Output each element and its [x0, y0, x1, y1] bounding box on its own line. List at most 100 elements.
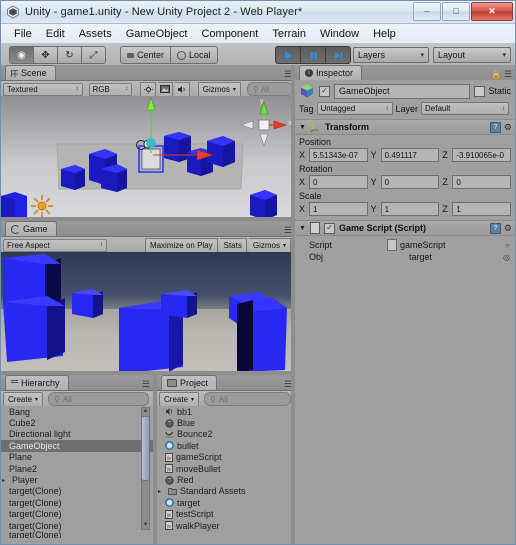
tab-scene[interactable]: Scene	[5, 65, 56, 80]
hand-tool-button[interactable]: ◉	[9, 46, 33, 64]
hierarchy-panel-menu-icon[interactable]: ☰	[142, 380, 150, 389]
list-item[interactable]: Plane	[1, 452, 153, 463]
object-name-input[interactable]: GameObject	[334, 84, 470, 99]
tag-dropdown[interactable]: Untagged ↕	[317, 102, 393, 115]
list-item[interactable]: js moveBullet	[157, 463, 295, 474]
gizmos-dropdown-scene[interactable]: Gizmos ▾	[198, 82, 241, 97]
hierarchy-create-button[interactable]: Create ▾	[3, 392, 43, 407]
transform-component-header[interactable]: ▼ Transform ? ⚙	[295, 119, 515, 135]
game-view[interactable]	[1, 252, 295, 371]
fx-toggle[interactable]	[158, 82, 173, 97]
menu-icon[interactable]: ☰	[504, 70, 512, 79]
rotation-y-input[interactable]: 0	[381, 175, 440, 189]
help-icon[interactable]: ?	[490, 223, 501, 234]
hierarchy-search-input[interactable]: ⚲ All	[48, 392, 149, 406]
list-item[interactable]: Bounce2	[157, 429, 295, 440]
menu-component[interactable]: Component	[194, 26, 265, 42]
scrollbar-thumb[interactable]	[141, 416, 150, 481]
render-mode-dropdown[interactable]: RGB ↕	[89, 83, 133, 96]
rotation-z-input[interactable]: 0	[452, 175, 511, 189]
static-checkbox[interactable]	[474, 86, 485, 97]
game-script-component-header[interactable]: ▼ ✓ Game Script (Script) ? ⚙	[295, 220, 515, 236]
hierarchy-list[interactable]: Bang Cube2 Directional light GameObject …	[1, 406, 153, 544]
position-x-input[interactable]: 5.51343e-07	[309, 148, 368, 162]
scene-view[interactable]: y x	[1, 96, 295, 217]
space-mode-button[interactable]: Local	[170, 46, 218, 64]
menu-edit[interactable]: Edit	[39, 26, 72, 42]
tab-inspector[interactable]: i Inspector	[299, 65, 362, 80]
foldout-icon[interactable]: ▸	[158, 488, 165, 495]
menu-file[interactable]: File	[7, 26, 39, 42]
move-tool-button[interactable]: ✥	[33, 46, 57, 64]
scale-z-input[interactable]: 1	[452, 202, 511, 216]
list-item[interactable]: bb1	[157, 406, 295, 417]
list-item[interactable]: target(Clone)	[1, 520, 153, 531]
list-item[interactable]: js gameScript	[157, 452, 295, 463]
maximize-button[interactable]: □	[442, 2, 470, 21]
audio-toggle[interactable]	[175, 82, 190, 97]
menu-gameobject[interactable]: GameObject	[119, 26, 195, 42]
object-picker-icon[interactable]: ○	[505, 241, 510, 250]
minimize-button[interactable]: –	[413, 2, 441, 21]
scroll-up-icon[interactable]: ▲	[143, 408, 149, 415]
list-item[interactable]: target	[157, 497, 295, 508]
rotation-x-input[interactable]: 0	[309, 175, 368, 189]
list-item[interactable]: target(Clone)	[1, 509, 153, 520]
object-picker-icon[interactable]: ◎	[503, 253, 510, 262]
script-property-value[interactable]: gameScript	[387, 239, 511, 251]
gear-icon[interactable]: ⚙	[504, 123, 512, 132]
position-z-input[interactable]: -3.910065e-0	[452, 148, 511, 162]
scene-search-input[interactable]: ⚲ All	[247, 82, 293, 96]
project-search-input[interactable]: ⚲ All	[204, 392, 291, 406]
step-button[interactable]	[325, 46, 351, 64]
pause-button[interactable]	[300, 46, 325, 64]
help-icon[interactable]: ?	[490, 122, 501, 133]
list-item-selected[interactable]: GameObject	[1, 440, 153, 451]
list-item[interactable]: bullet	[157, 440, 295, 451]
list-item[interactable]: Blue	[157, 417, 295, 428]
list-item[interactable]: ▸Player	[1, 474, 153, 485]
pivot-mode-button[interactable]: Center	[120, 46, 170, 64]
project-list[interactable]: bb1 Blue Bounce2 bullet j	[157, 406, 295, 544]
draw-mode-dropdown[interactable]: Textured ↕	[3, 83, 83, 96]
list-item[interactable]: Bang	[1, 406, 153, 417]
menu-window[interactable]: Window	[313, 26, 366, 42]
layout-dropdown[interactable]: Layout ▾	[433, 47, 511, 63]
close-button[interactable]: ✕	[471, 2, 513, 21]
position-y-input[interactable]: 0.491117	[381, 148, 440, 162]
list-item[interactable]: js walkPlayer	[157, 520, 295, 531]
menu-help[interactable]: Help	[366, 26, 403, 42]
lock-icon[interactable]: 🔒	[491, 71, 501, 79]
list-item[interactable]: Plane2	[1, 463, 153, 474]
layer-dropdown[interactable]: Default ↕	[421, 102, 509, 115]
inspector-panel-menu-icon[interactable]: 🔒 ☰	[491, 70, 512, 79]
lighting-toggle[interactable]	[140, 82, 156, 97]
play-button[interactable]	[275, 46, 300, 64]
tab-game[interactable]: Game	[5, 221, 57, 236]
scroll-down-icon[interactable]: ▼	[143, 522, 149, 529]
foldout-icon[interactable]: ▼	[299, 225, 306, 232]
scale-tool-button[interactable]: ⤢	[81, 46, 106, 64]
tab-hierarchy[interactable]: Hierarchy	[5, 375, 69, 390]
tab-project[interactable]: Project	[161, 375, 217, 390]
stats-toggle[interactable]: Stats	[220, 238, 247, 253]
obj-property-value[interactable]: target	[387, 252, 511, 262]
list-item[interactable]: target(Clone)	[1, 497, 153, 508]
scale-x-input[interactable]: 1	[309, 202, 368, 216]
aspect-dropdown[interactable]: Free Aspect ↕	[3, 239, 107, 252]
object-enabled-checkbox[interactable]: ✓	[319, 86, 330, 97]
menu-assets[interactable]: Assets	[72, 26, 119, 42]
scale-y-input[interactable]: 1	[381, 202, 440, 216]
gizmos-dropdown-game[interactable]: Gizmos ▾	[249, 238, 291, 253]
list-item[interactable]: js testScript	[157, 509, 295, 520]
menu-terrain[interactable]: Terrain	[265, 26, 313, 42]
list-item[interactable]: Red	[157, 474, 295, 485]
static-toggle[interactable]: Static	[474, 86, 511, 97]
gear-icon[interactable]: ⚙	[504, 224, 512, 233]
list-item[interactable]: ▸ Standard Assets	[157, 486, 295, 497]
rotate-tool-button[interactable]: ↻	[57, 46, 81, 64]
list-item[interactable]: Cube2	[1, 417, 153, 428]
layers-dropdown[interactable]: Layers ▾	[353, 47, 429, 63]
maximize-on-play-toggle[interactable]: Maximize on Play	[145, 238, 218, 253]
list-item[interactable]: target(Clone)	[1, 486, 153, 497]
